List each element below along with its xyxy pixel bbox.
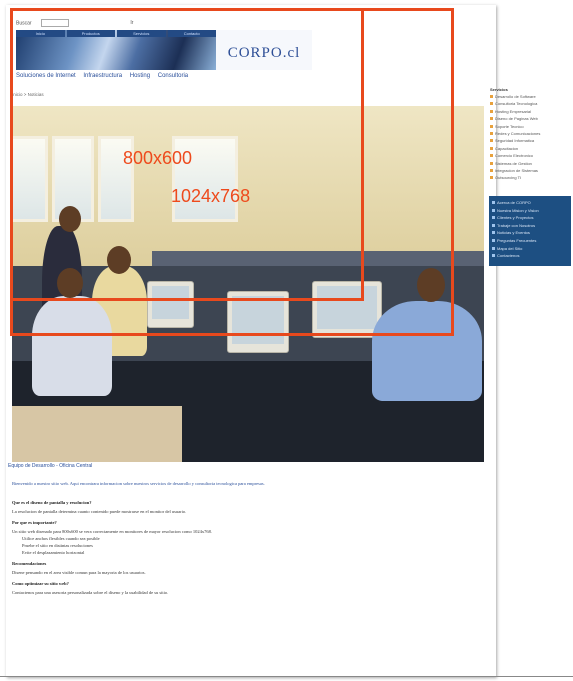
panel-item[interactable]: Mapa del Sitio	[492, 246, 568, 251]
sidebar-item[interactable]: Capacitacion	[490, 146, 570, 151]
photo-desk	[12, 406, 182, 462]
article-heading: Por que es importante?	[12, 520, 57, 525]
article-heading: Recomendaciones	[12, 561, 47, 566]
sidebar-item[interactable]: Outsourcing TI	[490, 175, 570, 180]
sidebar-services: Servicios Desarrollo de Software Consult…	[490, 87, 570, 183]
article-paragraph: Un sitio web disenado para 800x600 se ve…	[12, 529, 212, 534]
panel-item[interactable]: Acerca de CORPO	[492, 200, 568, 205]
panel-item[interactable]: Contactenos	[492, 253, 568, 258]
panel-item[interactable]: Trabaje con Nosotros	[492, 223, 568, 228]
sidebar-item[interactable]: Integracion de Sistemas	[490, 168, 570, 173]
sidebar-panel: Acerca de CORPO Nuestra Mision y Vision …	[489, 196, 571, 266]
sidebar-title: Servicios	[490, 87, 508, 92]
sidebar-item[interactable]: Comercio Electronico	[490, 153, 570, 158]
sidebar-item[interactable]: Sistemas de Gestion	[490, 161, 570, 166]
article-body: Bienvenido a nuestro sitio web. Aqui enc…	[12, 481, 482, 597]
sidebar-item[interactable]: Soporte Tecnico	[490, 124, 570, 129]
photo-caption[interactable]: Equipo de Desarrollo - Oficina Central	[8, 463, 92, 469]
article-list-item: Utilice anchos flexibles cuando sea posi…	[22, 536, 100, 541]
panel-item[interactable]: Nuestra Mision y Vision	[492, 208, 568, 213]
label-1024x768: 1024x768	[171, 186, 251, 206]
label-800x600: 800x600	[123, 148, 193, 168]
article-paragraph: Disene pensando en el area visible comun…	[12, 570, 146, 575]
sidebar-item[interactable]: Consultoria Tecnologica	[490, 101, 570, 106]
article-lead: Bienvenido a nuestro sitio web. Aqui enc…	[12, 481, 265, 486]
article-heading: Como optimizar su sitio web?	[12, 581, 69, 586]
panel-item[interactable]: Clientes y Proyectos	[492, 215, 568, 220]
article-paragraph: La resolucion de pantalla determina cuan…	[12, 509, 187, 514]
panel-item[interactable]: Noticias y Eventos	[492, 230, 568, 235]
article-list-item: Evite el desplazamiento horizontal	[22, 550, 85, 555]
sidebar-item[interactable]: Seguridad Informatica	[490, 138, 570, 143]
article-heading: Que es el diseno de pantalla y resolucio…	[12, 500, 92, 505]
divider	[0, 676, 573, 677]
article-paragraph: Contactenos para una asesoria personaliz…	[12, 590, 169, 595]
sidebar-item[interactable]: Diseno de Paginas Web	[490, 116, 570, 121]
article-list-item: Pruebe el sitio en distintas resolucione…	[22, 543, 93, 548]
sidebar-item[interactable]: Redes y Comunicaciones	[490, 131, 570, 136]
panel-item[interactable]: Preguntas Frecuentes	[492, 238, 568, 243]
sidebar-item[interactable]: Desarrollo de Software	[490, 94, 570, 99]
sidebar-item[interactable]: Hosting Empresarial	[490, 109, 570, 114]
